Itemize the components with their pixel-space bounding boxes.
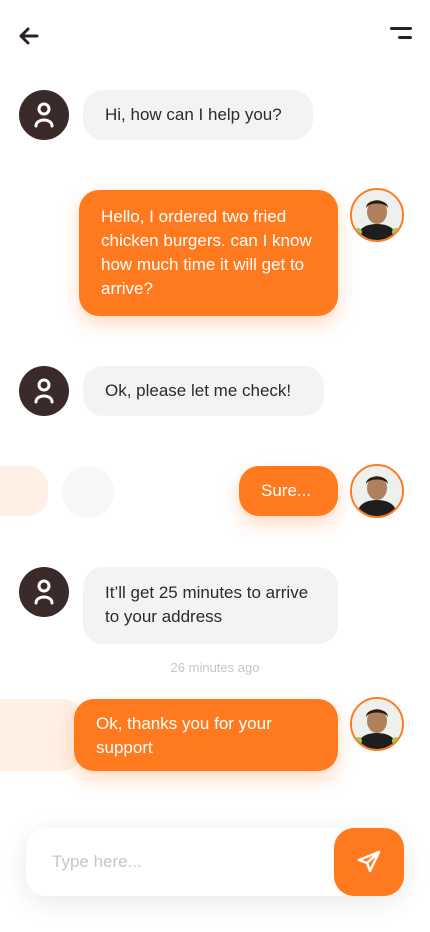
message-composer (26, 828, 404, 896)
user-avatar (350, 188, 404, 242)
bot-avatar (19, 90, 69, 140)
person-icon (34, 378, 54, 404)
send-button[interactable] (334, 828, 404, 896)
top-bar (0, 0, 430, 70)
person-icon (34, 102, 54, 128)
message-bubble-incoming: Ok, please let me check! (83, 366, 324, 416)
faded-bubble (0, 699, 82, 771)
message-bubble-outgoing: Ok, thanks you for your support (74, 699, 338, 771)
message-bubble-incoming: It’ll get 25 minutes to arrive to your a… (83, 567, 338, 644)
faded-avatar (62, 466, 114, 518)
back-button[interactable] (16, 24, 42, 48)
message-input[interactable] (52, 848, 332, 876)
message-bubble-outgoing: Sure... (239, 466, 338, 516)
user-photo-icon (352, 699, 402, 749)
arrow-left-icon (19, 27, 39, 45)
bot-avatar (19, 366, 69, 416)
bot-avatar (19, 567, 69, 617)
user-avatar (350, 464, 404, 518)
user-photo-icon (352, 466, 402, 516)
faded-bubble (0, 466, 48, 516)
user-avatar (350, 697, 404, 751)
person-icon (34, 579, 54, 605)
menu-button[interactable] (386, 27, 412, 43)
user-photo-icon (352, 190, 402, 240)
paper-plane-icon (357, 850, 381, 873)
message-bubble-incoming: Hi, how can I help you? (83, 90, 313, 140)
message-timestamp: 26 minutes ago (170, 660, 260, 675)
message-bubble-outgoing: Hello, I ordered two fried chicken burge… (79, 190, 338, 316)
menu-icon (390, 27, 412, 30)
